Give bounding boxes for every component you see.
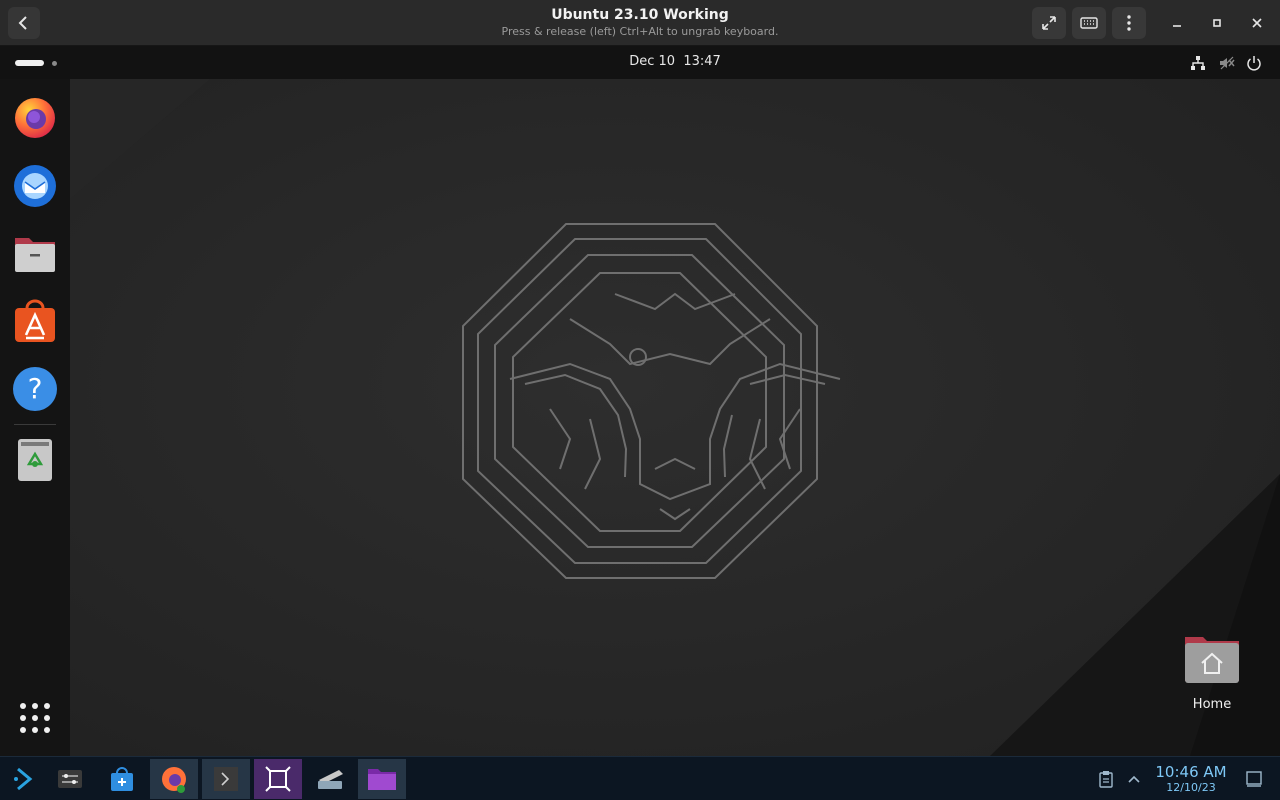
dock-files[interactable] [10,228,60,278]
show-apps-button[interactable] [10,693,60,743]
thunderbird-icon [14,165,56,207]
vm-window-header: Ubuntu 23.10 Working Press & release (le… [0,0,1280,46]
tray-expand-icon[interactable] [1127,774,1141,784]
clock-time: 13:47 [683,54,721,69]
taskbar-system-settings[interactable] [46,759,94,799]
taskbar-clock-time[interactable]: 10:46 AM [1150,763,1232,781]
keyboard-icon [1080,17,1098,29]
clock-date: Dec 10 [629,54,676,69]
gnome-top-bar: Dec 10 13:47 [0,46,1280,79]
taskbar-terminal[interactable] [202,759,250,799]
terminal-icon [214,767,238,791]
taskbar-discover[interactable] [98,759,146,799]
store-icon [111,767,133,791]
activities-button[interactable] [15,60,57,66]
dock-thunderbird[interactable] [10,160,60,210]
firefox-icon [15,98,55,138]
desktop: Home [70,79,1280,756]
launcher-icon [14,767,33,791]
menu-button[interactable] [1112,7,1146,39]
folder-icon [368,769,396,790]
date-time-button[interactable]: Dec 10 13:47 [575,54,775,69]
workspace-indicator-active [15,60,44,66]
maximize-icon [1213,19,1221,27]
minimize-icon [1173,25,1181,27]
vm-icon [265,766,291,792]
close-icon [1252,18,1262,28]
vm-title: Ubuntu 23.10 Working [551,7,729,23]
keyboard-button[interactable] [1072,7,1106,39]
dock-separator [14,424,56,425]
svg-text:?: ? [28,372,43,405]
taskbar-file-manager[interactable] [358,759,406,799]
taskbar-scanner[interactable] [306,759,354,799]
dock-app-center[interactable] [10,296,60,346]
menu-icon [1127,15,1131,31]
home-folder-label: Home [1192,697,1232,712]
app-center-icon [15,299,55,342]
dock-trash[interactable] [10,435,60,485]
ubuntu-dock: ? [0,79,70,756]
trash-icon [18,439,52,481]
vm-title-block: Ubuntu 23.10 Working Press & release (le… [390,6,890,39]
files-icon [15,238,55,272]
network-icon[interactable] [1189,54,1207,72]
vm-subtitle: Press & release (left) Ctrl+Alt to ungra… [501,25,779,38]
clipboard-icon[interactable] [1098,770,1114,788]
workspace-indicator-dot [52,60,57,66]
desktop-wallpaper [70,79,1280,756]
taskbar-firefox[interactable] [150,759,198,799]
dock-help[interactable]: ? [10,364,60,414]
settings-icon [58,770,82,788]
close-button[interactable] [1244,10,1270,36]
taskbar-clock-date: 12/10/23 [1166,781,1216,794]
show-desktop-icon[interactable] [1245,770,1263,788]
minimize-button[interactable] [1164,10,1190,36]
volume-muted-icon[interactable] [1218,54,1236,72]
grid-icon [20,703,50,733]
power-icon[interactable] [1245,54,1263,72]
back-icon [18,16,27,30]
help-icon: ? [13,367,57,411]
firefox-icon [162,767,186,793]
fullscreen-button[interactable] [1032,7,1066,39]
home-folder[interactable]: Home [1180,631,1244,712]
back-button[interactable] [8,7,40,39]
home-folder-icon [1185,637,1239,683]
start-menu-button[interactable] [0,759,48,799]
maximize-button[interactable] [1204,10,1230,36]
host-taskbar: 10:46 AM 12/10/23 [0,756,1280,800]
fullscreen-icon [1042,16,1056,30]
scanner-icon [318,770,343,789]
dock-firefox[interactable] [10,92,60,142]
taskbar-virt-manager[interactable] [254,759,302,799]
